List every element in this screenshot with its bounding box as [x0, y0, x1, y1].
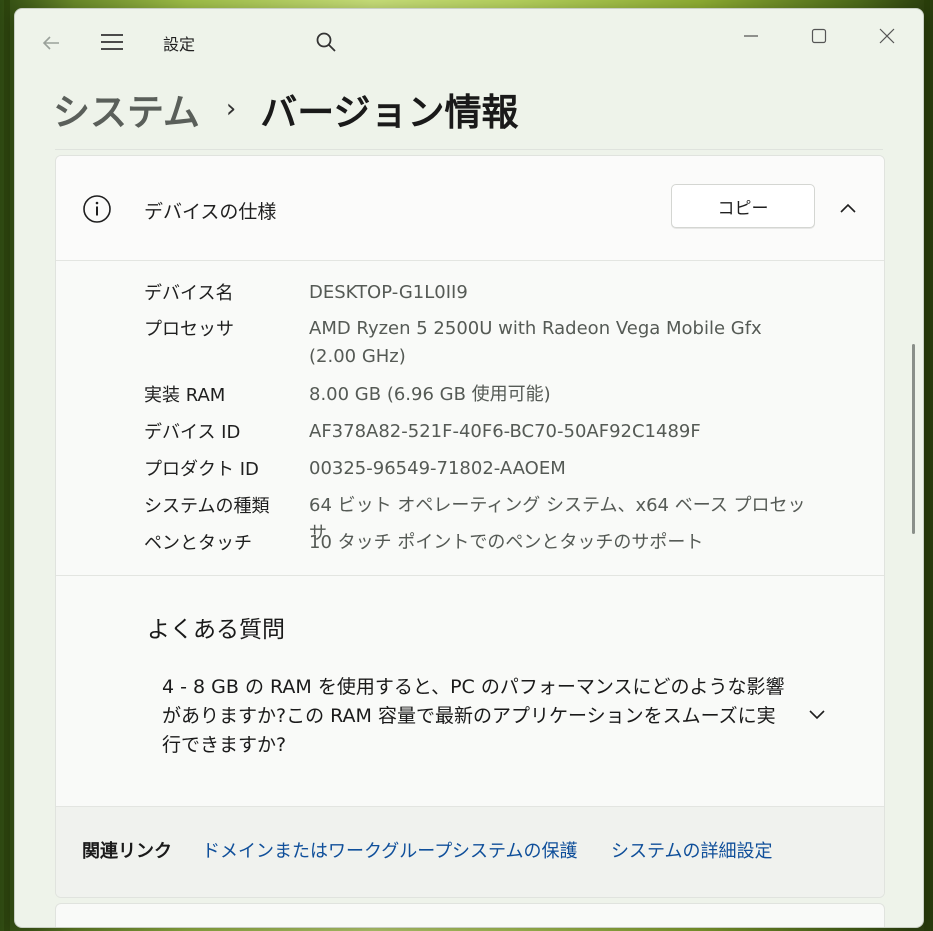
- spec-label: プロダクト ID: [144, 459, 259, 480]
- settings-window: 設定 システム › バージョン情報 デバイスの仕様 コピー デバイス名 DESK…: [14, 8, 924, 928]
- app-title: 設定: [163, 35, 196, 54]
- maximize-button[interactable]: [804, 21, 834, 51]
- next-settings-card: [55, 903, 885, 927]
- back-button[interactable]: [37, 29, 65, 57]
- spec-label: システムの種類: [144, 496, 270, 517]
- navigation-menu-button[interactable]: [97, 27, 127, 57]
- spec-label: デバイス名: [144, 283, 234, 304]
- faq-expand-button[interactable]: [804, 702, 830, 728]
- minimize-icon: [744, 35, 758, 37]
- device-specs-list: デバイス名 DESKTOP-G1L0II9 プロセッサ AMD Ryzen 5 …: [56, 261, 884, 576]
- spec-value: 00325-96549-71802-AAOEM: [309, 458, 566, 479]
- hamburger-menu-icon: [101, 34, 123, 50]
- spec-value: DESKTOP-G1L0II9: [309, 282, 468, 303]
- breadcrumb: システム › バージョン情報: [53, 79, 519, 139]
- title-bar: 設定: [15, 9, 923, 69]
- search-button[interactable]: [311, 27, 341, 57]
- link-domain-workgroup[interactable]: ドメインまたはワークグループ: [202, 837, 452, 863]
- faq-question[interactable]: 4 - 8 GB の RAM を使用すると、PC のパフォーマンスにどのような影…: [162, 673, 792, 760]
- spec-value: AMD Ryzen 5 2500U with Radeon Vega Mobil…: [309, 318, 762, 367]
- faq-title: よくある質問: [147, 617, 285, 643]
- info-icon: [82, 194, 112, 224]
- minimize-button[interactable]: [736, 21, 766, 51]
- device-specs-title: デバイスの仕様: [144, 201, 277, 223]
- close-icon: [879, 28, 895, 44]
- breadcrumb-parent-system[interactable]: システム: [53, 82, 200, 136]
- spec-value: AF378A82-521F-40F6-BC70-50AF92C1489F: [309, 421, 701, 442]
- back-arrow-icon: [42, 36, 59, 50]
- device-specs-card: デバイスの仕様 コピー デバイス名 DESKTOP-G1L0II9 プロセッサ …: [55, 155, 885, 898]
- link-advanced-system-settings[interactable]: システムの詳細設定: [611, 837, 772, 863]
- copy-button[interactable]: コピー: [671, 184, 815, 228]
- divider: [55, 149, 883, 150]
- maximize-icon: [811, 28, 827, 44]
- related-links-title: 関連リンク: [82, 841, 172, 862]
- related-links-section: 関連リンク ドメインまたはワークグループ システムの保護 システムの詳細設定: [56, 807, 884, 897]
- chevron-down-icon: [809, 710, 825, 720]
- faq-section: よくある質問 4 - 8 GB の RAM を使用すると、PC のパフォーマンス…: [56, 576, 884, 807]
- spec-value: 8.00 GB (6.96 GB 使用可能): [309, 384, 551, 405]
- device-specs-header[interactable]: デバイスの仕様 コピー: [56, 156, 884, 261]
- breadcrumb-separator: ›: [225, 94, 237, 124]
- collapse-button[interactable]: [833, 193, 863, 223]
- spec-label: 実装 RAM: [144, 385, 226, 406]
- page-title: バージョン情報: [260, 91, 519, 134]
- spec-value: 10 タッチ ポイントでのペンとタッチのサポート: [309, 532, 704, 553]
- link-system-protection[interactable]: システムの保護: [452, 837, 577, 863]
- spec-label: デバイス ID: [144, 422, 241, 443]
- spec-label: プロセッサ: [144, 319, 234, 340]
- scrollbar-thumb[interactable]: [912, 344, 915, 534]
- close-button[interactable]: [872, 21, 902, 51]
- chevron-up-icon: [840, 203, 856, 213]
- search-icon: [316, 32, 336, 52]
- spec-label: ペンとタッチ: [144, 533, 252, 554]
